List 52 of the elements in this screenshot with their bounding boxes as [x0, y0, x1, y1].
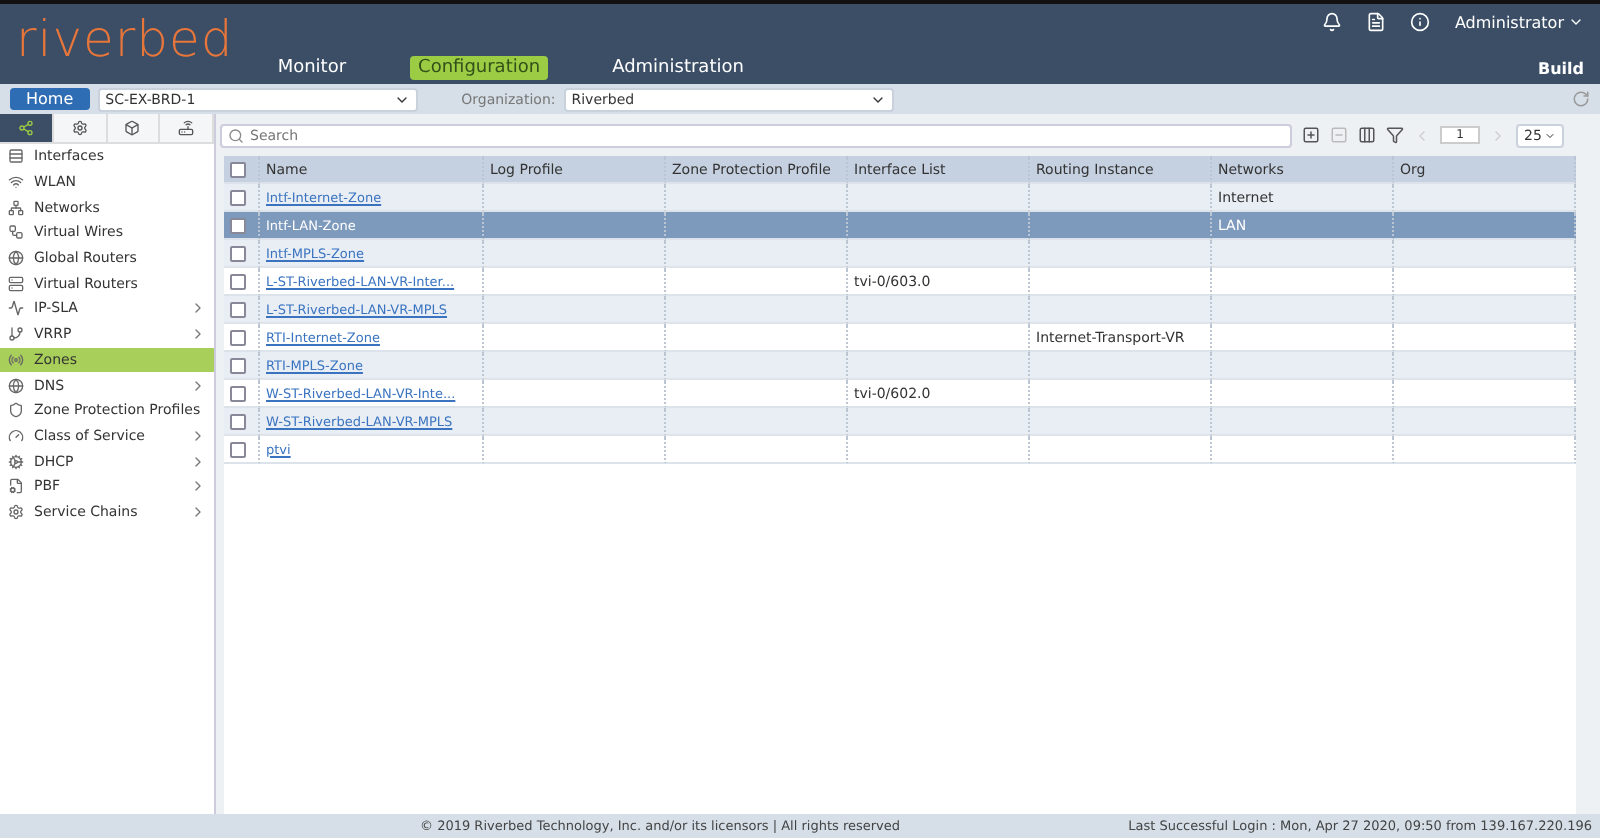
- wifi-icon: [8, 174, 24, 191]
- user-menu[interactable]: Administrator: [1454, 13, 1584, 31]
- pulse-icon: [8, 300, 24, 317]
- cube-icon: [124, 120, 141, 136]
- sidebar-tab[interactable]: [53, 114, 107, 142]
- add-icon[interactable]: [1302, 126, 1320, 144]
- checkbox[interactable]: [230, 217, 246, 233]
- bell-icon[interactable]: [1322, 12, 1343, 32]
- home-button[interactable]: Home: [10, 88, 90, 110]
- info-icon[interactable]: [1410, 12, 1431, 32]
- checkbox[interactable]: [230, 385, 246, 401]
- checkbox[interactable]: [230, 301, 246, 317]
- nav-tab[interactable]: Configuration: [410, 56, 549, 80]
- mode-label: Build: [1537, 60, 1584, 78]
- workflow-icon: [8, 224, 24, 241]
- checkbox[interactable]: [230, 441, 246, 457]
- gear-icon: [71, 120, 88, 136]
- file-icon: [8, 478, 24, 495]
- network-icon: [8, 199, 24, 216]
- router-icon: [178, 120, 195, 136]
- nav-tab[interactable]: Administration: [604, 56, 752, 80]
- sidebar-tab[interactable]: [160, 114, 214, 142]
- radio-icon: [8, 351, 24, 368]
- globe-icon: [8, 250, 24, 267]
- sidebar-tab[interactable]: [0, 114, 54, 142]
- columns-icon[interactable]: [1358, 126, 1376, 144]
- rows-icon: [8, 148, 24, 165]
- chevron-down-icon: [1568, 14, 1584, 30]
- checkbox[interactable]: [230, 189, 246, 205]
- chevron-icon: [190, 377, 206, 394]
- sidebar-tab[interactable]: [107, 114, 161, 142]
- server-icon: [8, 275, 24, 292]
- checkbox[interactable]: [230, 273, 246, 289]
- shield-icon: [8, 402, 24, 419]
- share-icon: [17, 120, 34, 136]
- checkbox[interactable]: [230, 161, 246, 177]
- checkbox[interactable]: [230, 357, 246, 373]
- filter-icon[interactable]: [1386, 126, 1404, 144]
- refresh-icon[interactable]: [1572, 90, 1590, 108]
- checkbox[interactable]: [230, 329, 246, 345]
- gauge-icon: [8, 427, 24, 444]
- globe-icon: [8, 377, 24, 394]
- gear-icon: [8, 503, 24, 520]
- cog-icon: [8, 453, 24, 470]
- checkbox[interactable]: [230, 413, 246, 429]
- branch-icon: [8, 326, 24, 343]
- logo: riverbed: [16, 9, 234, 67]
- checkbox[interactable]: [230, 245, 246, 261]
- document-icon[interactable]: [1366, 12, 1387, 32]
- nav-tab[interactable]: Monitor: [269, 56, 355, 80]
- search-icon: [228, 127, 244, 143]
- chevron-down-icon: [1544, 129, 1556, 141]
